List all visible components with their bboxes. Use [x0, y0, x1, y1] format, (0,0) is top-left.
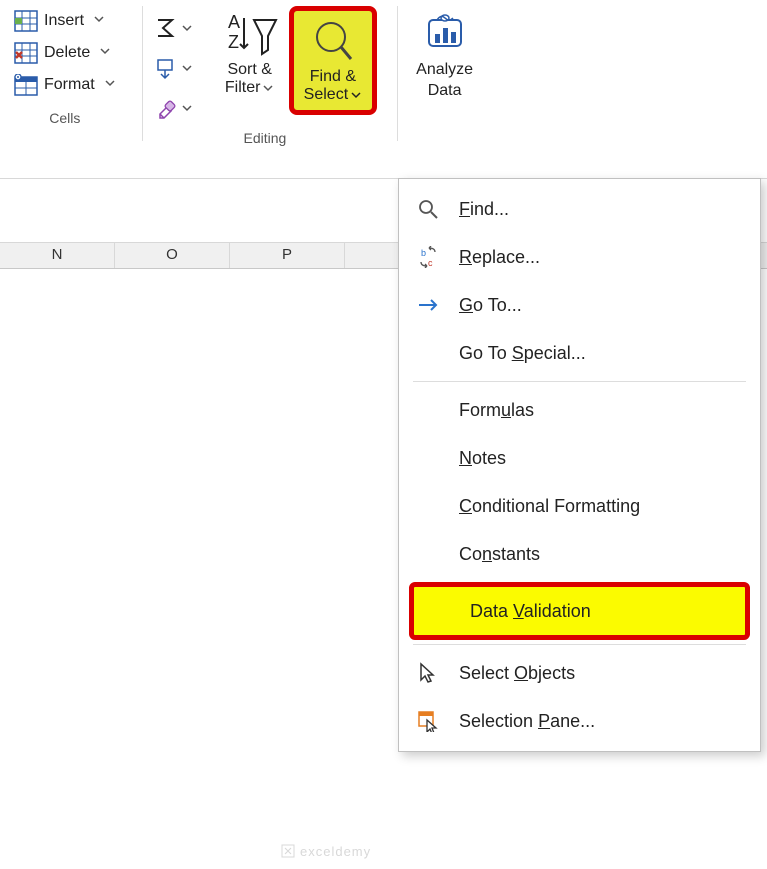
analyze-label-1: Analyze — [416, 60, 473, 79]
svg-text:b: b — [421, 248, 426, 258]
insert-label: Insert — [44, 12, 84, 30]
menu-cond-format-label: Conditional Formatting — [459, 496, 640, 517]
chevron-down-icon — [262, 82, 274, 94]
cells-group-label: Cells — [49, 110, 80, 126]
menu-formulas-label: Formulas — [459, 400, 534, 421]
svg-text:Z: Z — [228, 32, 239, 52]
editing-group-label: Editing — [244, 130, 287, 146]
menu-replace-label: Replace... — [459, 247, 540, 268]
menu-goto-label: Go To... — [459, 295, 522, 316]
select-objects-icon — [413, 661, 443, 685]
search-icon — [309, 17, 357, 65]
analysis-group: Analyze Data — [408, 6, 481, 130]
find-label-2: Select — [304, 86, 348, 104]
find-select-menu: Find... bc Replace... Go To... Go To Spe… — [398, 178, 761, 752]
sort-filter-icon: A Z — [222, 10, 278, 58]
sort-label-1: Sort & — [227, 60, 271, 79]
cells-group: Insert Delete — [8, 6, 122, 126]
menu-find-label: Find... — [459, 199, 509, 220]
analysis-group-label — [443, 114, 447, 130]
clear-button[interactable] — [153, 96, 193, 120]
delete-button[interactable]: Delete — [8, 38, 122, 68]
replace-icon: bc — [413, 245, 443, 269]
sort-filter-button[interactable]: A Z Sort & Filter — [214, 6, 286, 101]
menu-constants-label: Constants — [459, 544, 540, 565]
menu-divider — [413, 381, 746, 382]
menu-replace[interactable]: bc Replace... — [399, 233, 760, 281]
chevron-down-icon — [99, 44, 111, 62]
menu-goto-special-label: Go To Special... — [459, 343, 586, 364]
insert-cells-icon — [14, 9, 38, 33]
sort-label-2: Filter — [225, 79, 261, 97]
editing-mini-buttons — [153, 6, 193, 120]
menu-conditional-formatting[interactable]: Conditional Formatting — [399, 482, 760, 530]
col-header-p[interactable]: P — [230, 243, 345, 268]
menu-select-objects-label: Select Objects — [459, 663, 575, 684]
menu-select-objects[interactable]: Select Objects — [399, 649, 760, 697]
menu-data-validation-label: Data Validation — [470, 601, 591, 622]
chevron-down-icon — [181, 62, 193, 74]
watermark-text: exceldemy — [300, 844, 371, 859]
chevron-down-icon — [104, 76, 116, 94]
menu-divider — [413, 644, 746, 645]
selection-pane-icon — [413, 709, 443, 733]
menu-selection-pane[interactable]: Selection Pane... — [399, 697, 760, 745]
format-cells-icon — [14, 73, 38, 97]
delete-cells-icon — [14, 41, 38, 65]
menu-selection-pane-label: Selection Pane... — [459, 711, 595, 732]
search-icon — [413, 197, 443, 221]
delete-label: Delete — [44, 44, 90, 62]
analyze-data-button[interactable]: Analyze Data — [408, 6, 481, 104]
format-label: Format — [44, 76, 95, 94]
ribbon: Insert Delete — [0, 0, 767, 178]
menu-find[interactable]: Find... — [399, 185, 760, 233]
svg-text:c: c — [428, 258, 433, 268]
chevron-down-icon — [93, 12, 105, 30]
editing-group: A Z Sort & Filter Find & Selec — [153, 6, 377, 146]
menu-notes[interactable]: Notes — [399, 434, 760, 482]
menu-data-validation[interactable]: Data Validation — [409, 582, 750, 640]
menu-constants[interactable]: Constants — [399, 530, 760, 578]
insert-button[interactable]: Insert — [8, 6, 122, 36]
menu-notes-label: Notes — [459, 448, 506, 469]
find-select-button[interactable]: Find & Select — [289, 6, 377, 115]
menu-goto-special[interactable]: Go To Special... — [399, 329, 760, 377]
autosum-button[interactable] — [153, 16, 193, 40]
chevron-down-icon — [181, 22, 193, 34]
menu-goto[interactable]: Go To... — [399, 281, 760, 329]
analyze-label-2: Data — [428, 81, 462, 100]
separator — [142, 6, 143, 141]
format-button[interactable]: Format — [8, 70, 122, 100]
fill-button[interactable] — [153, 56, 193, 80]
goto-icon — [413, 293, 443, 317]
col-header-n[interactable]: N — [0, 243, 115, 268]
col-header-o[interactable]: O — [115, 243, 230, 268]
find-label-1: Find & — [310, 67, 356, 86]
svg-text:A: A — [228, 12, 240, 32]
analyze-data-icon — [421, 10, 469, 58]
separator — [397, 6, 398, 141]
menu-formulas[interactable]: Formulas — [399, 386, 760, 434]
watermark: exceldemy — [280, 843, 371, 859]
chevron-down-icon — [350, 89, 362, 101]
chevron-down-icon — [181, 102, 193, 114]
